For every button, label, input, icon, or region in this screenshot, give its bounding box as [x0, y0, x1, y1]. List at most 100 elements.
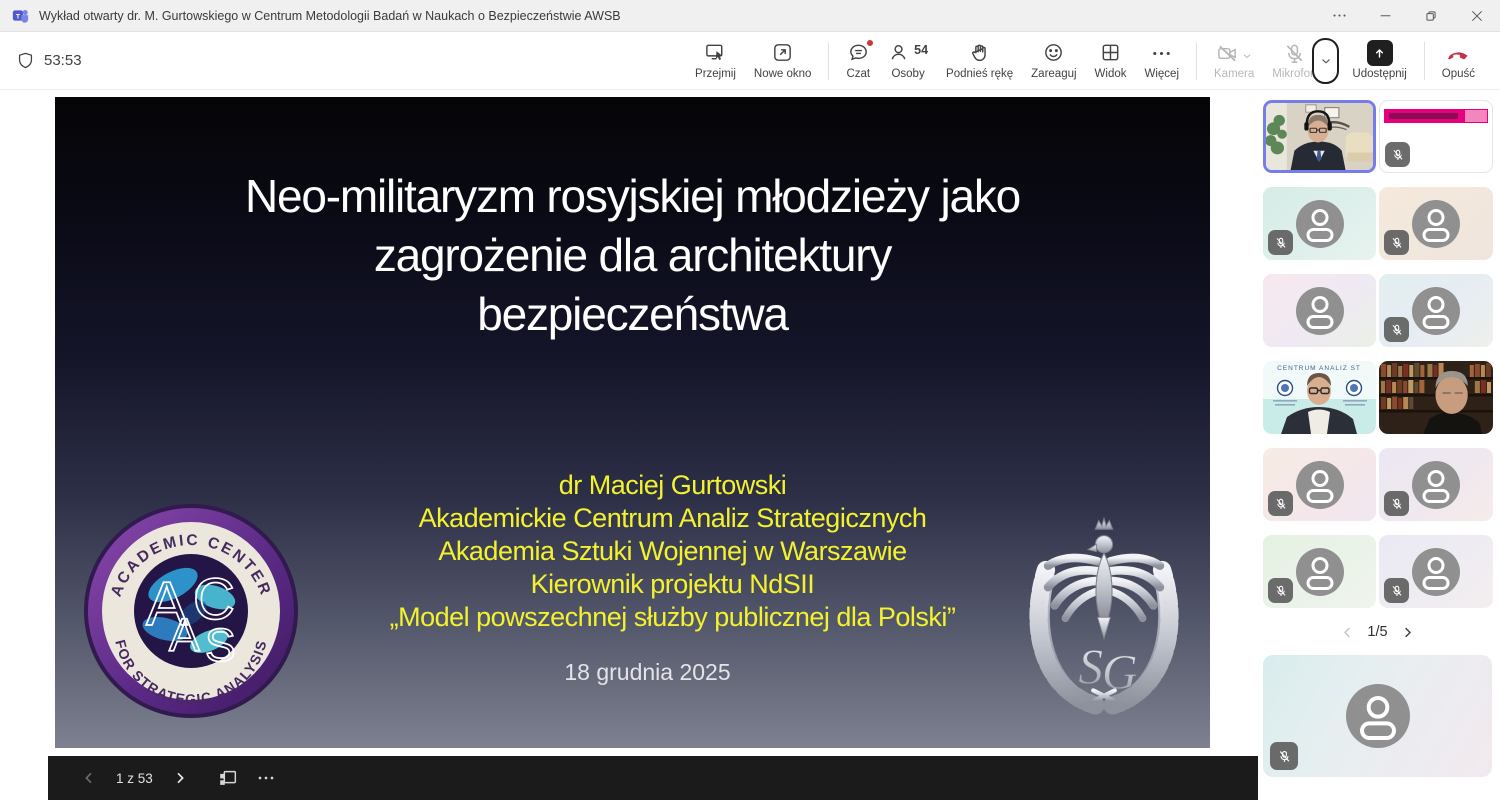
mic-off-icon [1277, 749, 1292, 764]
more-dots-icon [257, 769, 275, 787]
more-dots-icon [1150, 42, 1173, 65]
react-smiley-icon [1042, 41, 1065, 64]
mic-muted-badge [1385, 142, 1410, 167]
meeting-toolbar: 53:53 Przejmij Nowe okno Czat [0, 32, 1500, 90]
participant-video[interactable] [1379, 361, 1493, 434]
timer-value: 53:53 [44, 52, 82, 69]
pager-next-icon[interactable] [1400, 625, 1415, 640]
participant-tile[interactable] [1379, 535, 1493, 608]
avatar [1296, 461, 1344, 509]
avatar [1412, 287, 1460, 335]
acas-letter: A [169, 609, 200, 661]
close-button[interactable] [1454, 0, 1500, 31]
avatar [1412, 461, 1460, 509]
participant-tile-content-share[interactable] [1379, 100, 1493, 173]
self-video-tile[interactable] [1263, 655, 1492, 777]
view-button[interactable]: Widok [1086, 41, 1136, 80]
mic-off-icon [1391, 148, 1405, 162]
react-button[interactable]: Zareaguj [1022, 41, 1085, 80]
people-label: Osoby [891, 68, 924, 80]
camera-button[interactable]: Kamera [1205, 41, 1263, 80]
hang-up-icon [1446, 41, 1471, 66]
participant-tile[interactable] [1379, 187, 1493, 260]
titlebar-more-button[interactable] [1316, 0, 1362, 31]
more-label: Więcej [1145, 68, 1180, 80]
camera-chevron-icon[interactable] [1241, 50, 1253, 62]
slide-position: 1 z 53 [116, 771, 153, 786]
mic-muted-badge [1384, 230, 1409, 255]
next-slide-button[interactable] [163, 761, 197, 795]
more-button[interactable]: Więcej [1136, 41, 1189, 80]
people-count: 54 [914, 43, 928, 57]
video-feed-backdrop-speaker: CENTRUM ANALIZ ST [1263, 361, 1376, 434]
mic-label: Mikrofon [1272, 68, 1316, 80]
avatar [1412, 548, 1460, 596]
mic-muted-badge [1384, 317, 1409, 342]
video-feed-bookshelf [1379, 361, 1493, 434]
shield-icon [16, 51, 35, 70]
chat-notification-dot [866, 39, 874, 47]
share-button[interactable]: Udostępnij [1343, 41, 1415, 80]
toolbar-separator [1424, 42, 1425, 80]
mic-off-icon [1390, 323, 1404, 337]
raise-hand-icon [968, 41, 991, 64]
mic-muted-badge [1268, 491, 1293, 516]
chat-button[interactable]: Czat [837, 41, 879, 80]
minimize-button[interactable] [1362, 0, 1408, 31]
eagle-emblem: S G [1018, 499, 1190, 727]
slide-navigation-bar: 1 z 53 [48, 756, 1258, 800]
mic-off-icon [1274, 497, 1288, 511]
mic-muted-badge [1268, 578, 1293, 603]
new-window-label: Nowe okno [754, 68, 812, 80]
chevron-right-icon [172, 770, 188, 786]
toolbar-separator [828, 42, 829, 80]
participants-pager: 1/5 [1263, 618, 1492, 646]
camera-label: Kamera [1214, 68, 1254, 80]
chat-label: Czat [846, 68, 870, 80]
view-label: Widok [1095, 68, 1127, 80]
people-icon [888, 41, 911, 64]
slide-title-line: bezpieczeństwa [55, 285, 1210, 344]
restore-button[interactable] [1408, 0, 1454, 31]
mic-button[interactable]: Mikrofon [1263, 41, 1316, 80]
avatar [1296, 200, 1344, 248]
participant-tile[interactable] [1379, 448, 1493, 521]
participant-tile[interactable] [1263, 448, 1376, 521]
slide-title-line: zagrożenie dla architektury [55, 226, 1210, 285]
svg-text:G: G [1102, 644, 1138, 699]
previous-slide-button[interactable] [72, 761, 106, 795]
mic-muted-badge [1270, 742, 1298, 770]
participant-video[interactable]: CENTRUM ANALIZ ST [1263, 361, 1376, 434]
leave-button[interactable]: Opuść [1433, 41, 1484, 80]
avatar [1412, 200, 1460, 248]
window-title-bar: T Wykład otwarty dr. M. Gurtowskiego w C… [0, 0, 1500, 32]
mic-off-icon [1283, 42, 1306, 65]
new-window-icon [771, 41, 794, 64]
camera-off-icon [1216, 42, 1239, 65]
mic-off-icon [1274, 236, 1288, 250]
participant-tile[interactable] [1263, 274, 1376, 347]
acas-letter: S [205, 619, 236, 671]
people-button[interactable]: 54 Osoby [879, 41, 937, 80]
pager-previous-icon[interactable] [1340, 625, 1355, 640]
participants-grid: CENTRUM ANALIZ ST [1263, 100, 1492, 608]
mic-devices-chevron-button[interactable] [1312, 38, 1339, 84]
slide-more-options-button[interactable] [249, 761, 283, 795]
mic-off-icon [1390, 236, 1404, 250]
participant-tile[interactable] [1263, 535, 1376, 608]
participant-tile[interactable] [1379, 274, 1493, 347]
participant-tile[interactable] [1263, 187, 1376, 260]
new-window-button[interactable]: Nowe okno [745, 41, 821, 80]
raise-hand-button[interactable]: Podnieś rękę [937, 41, 1022, 80]
meeting-timer: 53:53 [16, 51, 82, 70]
chevron-down-icon [1319, 54, 1333, 68]
takeover-button[interactable]: Przejmij [686, 41, 745, 80]
takeover-icon [704, 41, 727, 64]
shared-document-banner [1384, 109, 1488, 123]
mic-muted-badge [1384, 491, 1409, 516]
participants-sidebar: CENTRUM ANALIZ ST [1258, 90, 1500, 804]
chevron-left-icon [81, 770, 97, 786]
participant-video-active-speaker[interactable] [1263, 100, 1376, 173]
mic-off-icon [1274, 584, 1288, 598]
slide-sorter-button[interactable] [211, 761, 245, 795]
